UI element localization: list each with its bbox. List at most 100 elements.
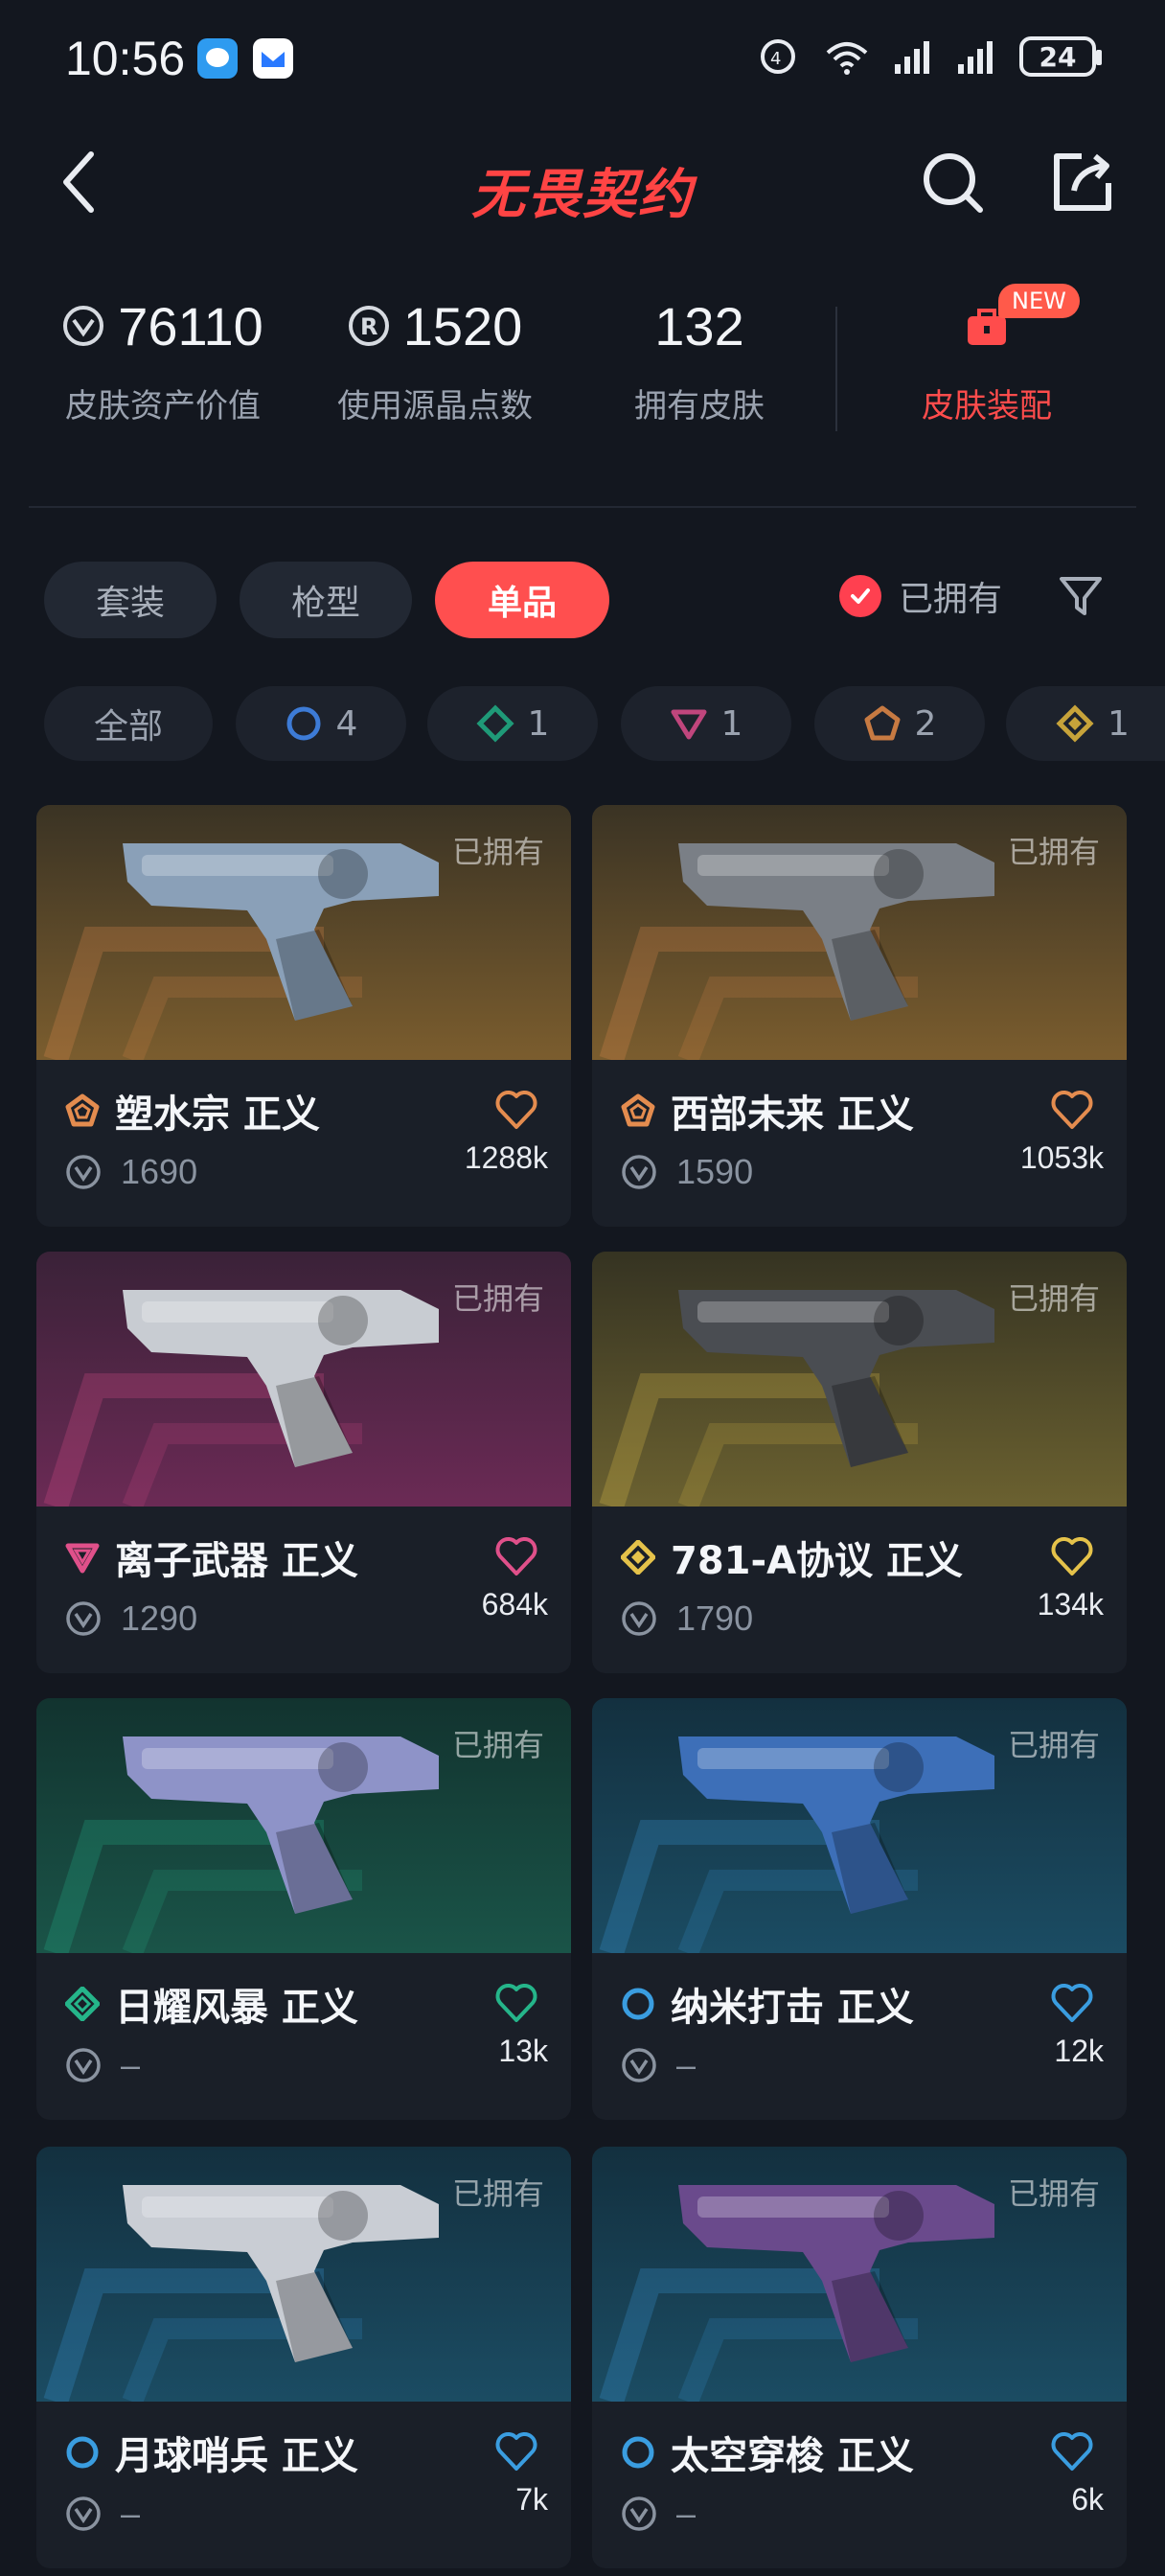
skin-card[interactable]: 已拥有 日耀风暴 正义 – 13k: [36, 1698, 571, 2120]
skin-likes: 684k: [481, 1587, 548, 1622]
search-button[interactable]: [914, 144, 991, 220]
skin-card[interactable]: 已拥有 纳米打击 正义 – 12k: [592, 1698, 1127, 2120]
skin-price: –: [65, 2494, 140, 2534]
filter-button[interactable]: [1058, 573, 1104, 619]
skin-name-row: 日耀风暴 正义: [65, 1976, 358, 2032]
chip-select-count: 4: [335, 703, 358, 744]
skin-name-row: 781-A协议 正义: [621, 1530, 963, 1585]
chip-premium-count: 1: [720, 703, 743, 744]
skin-name-row: 太空穿梭 正义: [621, 2425, 914, 2480]
vp-icon: [66, 1155, 101, 1189]
vp-icon: [622, 1155, 656, 1189]
skin-image: 已拥有: [592, 1252, 1127, 1506]
skin-card[interactable]: 已拥有 781-A协议 正义 1790 134k: [592, 1252, 1127, 1673]
new-badge: NEW: [998, 284, 1080, 318]
owned-tag: 已拥有: [1007, 1727, 1100, 1763]
favorite-heart-icon[interactable]: [494, 1089, 538, 1131]
owned-tag: 已拥有: [451, 2175, 544, 2212]
stat-radianite-label: 使用源晶点数: [337, 387, 533, 426]
skin-price: –: [621, 2045, 696, 2085]
vp-icon: [66, 1601, 101, 1636]
share-icon: [1054, 153, 1111, 211]
chip-premium-tier[interactable]: 1: [621, 686, 791, 761]
favorite-heart-icon[interactable]: [494, 1982, 538, 2024]
favorite-heart-icon[interactable]: [494, 1535, 538, 1577]
tab-single-items[interactable]: 单品: [435, 562, 609, 638]
skin-card[interactable]: 已拥有 西部未来 正义 1590 1053k: [592, 805, 1127, 1227]
skin-likes: 6k: [1071, 2482, 1104, 2517]
skin-card[interactable]: 已拥有 塑水宗 正义 1690 1288k: [36, 805, 571, 1227]
skin-card[interactable]: 已拥有 月球哨兵 正义 – 7k: [36, 2147, 571, 2568]
stat-radianite-number: 1520: [402, 295, 523, 356]
skin-name: 月球哨兵 正义: [115, 2434, 358, 2478]
skin-name: 塑水宗 正义: [115, 1092, 320, 1137]
stats-divider: [835, 307, 837, 431]
favorite-heart-icon[interactable]: [1050, 1535, 1094, 1577]
favorite-heart-icon[interactable]: [494, 2430, 538, 2472]
tab-bundles[interactable]: 套装: [44, 562, 217, 638]
owned-tag: 已拥有: [451, 1727, 544, 1763]
chip-exclusive-tier[interactable]: 1: [1006, 686, 1165, 761]
skin-card[interactable]: 已拥有 离子武器 正义 1290 684k: [36, 1252, 571, 1673]
skin-image: 已拥有: [592, 805, 1127, 1060]
skin-likes: 7k: [515, 2482, 548, 2517]
vp-icon: [622, 2496, 656, 2531]
chip-ultra-tier[interactable]: 2: [814, 686, 985, 761]
chip-exclusive-count: 1: [1108, 703, 1130, 744]
deluxe-tier-icon: [476, 704, 514, 743]
stat-asset-value-number: 76110: [118, 295, 263, 356]
ultra-tier-icon: [864, 705, 901, 741]
favorite-heart-icon[interactable]: [1050, 2430, 1094, 2472]
premium-tier-icon: [671, 709, 707, 740]
chip-ultra-count: 2: [914, 703, 937, 744]
vp-icon: [66, 2048, 101, 2082]
header: 无畏契约: [0, 134, 1165, 230]
skin-name: 西部未来 正义: [671, 1092, 914, 1137]
tier-icon: [65, 1543, 100, 1574]
vp-icon: [622, 2048, 656, 2082]
stat-asset-value: 76110 皮肤资产价值: [50, 288, 276, 426]
chip-all[interactable]: 全部: [44, 686, 213, 761]
skin-name: 离子武器 正义: [115, 1539, 358, 1583]
owned-tag: 已拥有: [1007, 1280, 1100, 1317]
owned-filter-toggle[interactable]: 已拥有: [839, 571, 1002, 621]
tab-weapon-types[interactable]: 枪型: [240, 562, 412, 638]
filter-icon: [1060, 577, 1102, 615]
chip-select-tier[interactable]: 4: [236, 686, 406, 761]
skin-name-row: 塑水宗 正义: [65, 1083, 320, 1138]
tier-icon: [66, 2436, 99, 2469]
skin-image: 已拥有: [592, 2147, 1127, 2402]
skin-price-value: 1290: [121, 1598, 198, 1638]
status-bar: 10:56 4 24: [0, 0, 1165, 115]
skin-image: 已拥有: [592, 1698, 1127, 1953]
tier-icon: [621, 1093, 655, 1127]
skin-price: 1290: [65, 1598, 197, 1639]
stat-asset-value-label: 皮肤资产价值: [65, 387, 261, 426]
share-button[interactable]: [1044, 144, 1121, 220]
favorite-heart-icon[interactable]: [1050, 1982, 1094, 2024]
skin-price-value: –: [121, 2045, 141, 2084]
stat-owned-skins-number: 132: [654, 295, 744, 356]
skin-price: 1590: [621, 1152, 753, 1192]
skin-likes: 134k: [1037, 1587, 1104, 1622]
signal-icon: [893, 37, 935, 76]
stat-owned-skins-label: 拥有皮肤: [634, 387, 765, 426]
skin-image: 已拥有: [36, 2147, 571, 2402]
signal-icon-2: [956, 37, 998, 76]
favorite-heart-icon[interactable]: [1050, 1089, 1094, 1131]
skin-card[interactable]: 已拥有 太空穿梭 正义 – 6k: [592, 2147, 1127, 2568]
skin-price: 1790: [621, 1598, 753, 1639]
skin-name-row: 纳米打击 正义: [621, 1976, 914, 2032]
skin-name: 太空穿梭 正义: [671, 2434, 914, 2478]
exclusive-tier-icon: [1056, 704, 1094, 743]
tier-icon: [622, 1988, 654, 2020]
skin-image: 已拥有: [36, 805, 571, 1060]
chip-deluxe-tier[interactable]: 1: [427, 686, 598, 761]
owned-tag: 已拥有: [451, 834, 544, 870]
owned-tag: 已拥有: [1007, 2175, 1100, 2212]
skin-price-value: 1790: [676, 1598, 754, 1638]
skin-name-row: 离子武器 正义: [65, 1530, 358, 1585]
message-app-icon: [197, 38, 238, 79]
skin-price-value: –: [676, 2045, 697, 2084]
owned-tag: 已拥有: [451, 1280, 544, 1317]
